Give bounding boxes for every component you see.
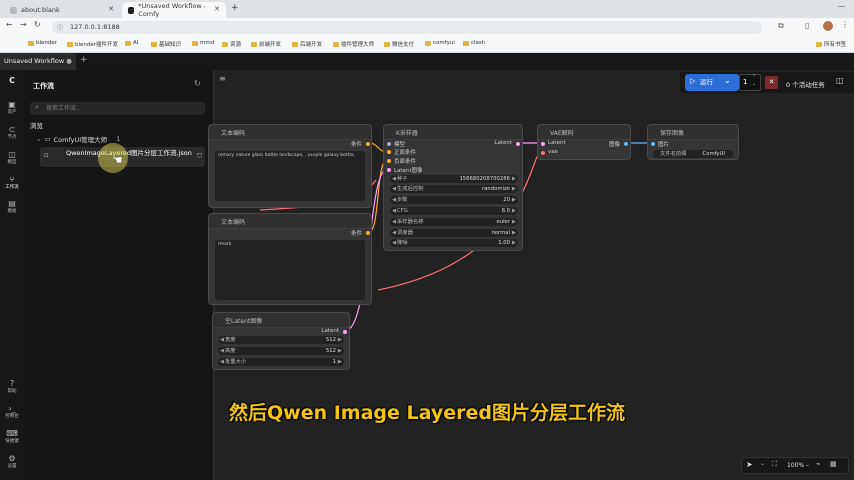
output-label: Latent [494,140,512,146]
node-title: 文本编码 [209,125,371,140]
stepper-icon[interactable]: ⌃ ⌄ [752,74,756,88]
chevron-down-icon[interactable]: ⌄ [760,460,765,467]
arrow-right-icon[interactable]: ▶ [512,185,516,193]
arrow-left-icon[interactable]: ◀ [392,218,396,226]
arrow-right-icon[interactable]: ▶ [512,239,516,247]
widget-height[interactable]: ◀ 高度 512 ▶ [218,347,344,355]
node-title: K采样器 [384,125,522,140]
chevron-down-icon[interactable]: ⌄ [805,461,810,468]
play-icon: ▷ [690,77,696,85]
arrow-left-icon[interactable]: ◀ [392,239,396,247]
output-dot[interactable] [343,330,347,334]
widget-cfg[interactable]: ◀ CFG 8.0 ▶ [390,207,518,215]
input-dot[interactable] [387,168,391,172]
input-dot[interactable] [651,142,655,146]
input-label: 模型 [394,142,406,148]
input-label: Latent [548,140,566,146]
arrow-left-icon[interactable]: ◀ [392,185,396,193]
zoom-level[interactable]: 100% [787,462,804,469]
widget-control[interactable]: ◀ 生成后控制 randomize ▶ [390,185,518,193]
output-dot[interactable] [624,142,628,146]
arrow-right-icon[interactable]: ▶ [338,358,342,366]
pointer-tool-icon[interactable]: ➤ [746,460,753,469]
input-label: Latent图像 [394,168,423,174]
node-empty-latent[interactable]: 空Latent图像 Latent ◀ 宽度 512 ▶ ◀ 高度 512 ▶ ◀ 批量大小 1 ▶ [212,312,350,370]
input-dot[interactable] [541,142,545,146]
active-tasks-label[interactable]: 0 个活动任务 [786,79,825,89]
widget-scheduler[interactable]: ◀ 调度器 normal ▶ [390,229,518,237]
arrow-right-icon[interactable]: ▶ [338,347,342,355]
video-subtitle: 然后Qwen Image Layered图片分层工作流 [229,402,625,424]
output-label: 条件 [350,231,362,237]
node-text-encode-positive[interactable]: 文本编码 条件 romary nature glass bottle lands… [208,124,372,208]
minimap-icon[interactable]: ▦ [830,460,837,468]
node-text-encode-negative[interactable]: 文本编码 条件 rmark [208,213,372,305]
cancel-queue-button[interactable]: ✕ [765,76,778,89]
queue-count-input[interactable]: 1 [739,74,761,91]
input-dot[interactable] [387,150,391,154]
prompt-textarea[interactable]: rmark [215,240,365,300]
widget-filename-prefix[interactable]: 文件名前缀 ComfyUI [653,150,733,158]
widget-sampler[interactable]: ◀ 采样器名称 euler ▶ [390,218,518,226]
node-save-image[interactable]: 保存图像 图片 文件名前缀 ComfyUI [647,124,739,160]
fit-view-icon[interactable]: ⛶ [772,460,777,469]
arrow-left-icon[interactable]: ◀ [220,336,224,344]
node-title: 文本编码 [209,214,371,229]
prompt-textarea[interactable]: romary nature glass bottle landscape, , … [215,151,365,201]
arrow-left-icon[interactable]: ◀ [392,196,396,204]
input-label: 正面条件 [394,150,417,156]
input-label: 负面条件 [394,159,417,165]
input-dot[interactable] [541,151,545,155]
output-dot[interactable] [366,231,370,235]
widget-width[interactable]: ◀ 宽度 512 ▶ [218,336,344,344]
widget-batch-size[interactable]: ◀ 批量大小 1 ▶ [218,358,344,366]
arrow-right-icon[interactable]: ▶ [512,207,516,215]
node-title: VAE解码 [538,125,630,140]
panel-toggle-icon[interactable]: ◫ [836,76,844,85]
arrow-left-icon[interactable]: ◀ [392,207,396,215]
arrow-right-icon[interactable]: ▶ [512,229,516,237]
input-label: 图片 [658,142,670,148]
arrow-left-icon[interactable]: ◀ [392,229,396,237]
arrow-right-icon[interactable]: ▶ [512,196,516,204]
arrow-left-icon[interactable]: ◀ [220,347,224,355]
node-vae-decode[interactable]: VAE解码 Latent vae 图像 [537,124,631,160]
arrow-right-icon[interactable]: ▶ [512,218,516,226]
input-dot[interactable] [387,142,391,146]
node-title: 空Latent图像 [213,313,349,328]
output-dot[interactable] [516,142,520,146]
output-label: 图像 [608,142,620,148]
arrow-right-icon[interactable]: ▶ [338,336,342,344]
input-dot[interactable] [387,159,391,163]
widget-steps[interactable]: ◀ 步数 20 ▶ [390,196,518,204]
arrow-left-icon[interactable]: ◀ [220,358,224,366]
input-label: vae [548,149,559,155]
node-ksampler[interactable]: K采样器 模型 正面条件 负面条件 Latent图像 Latent ◀ 种子 156… [383,124,523,251]
arrow-right-icon[interactable]: ▶ [512,175,516,183]
link-visibility-icon[interactable]: ⌁ [816,460,820,468]
arrow-left-icon[interactable]: ◀ [392,175,396,183]
output-label: Latent [321,328,339,334]
widget-denoise[interactable]: ◀ 降噪 1.00 ▶ [390,239,518,247]
widget-seed[interactable]: ◀ 种子 156680208700286 ▶ [390,175,518,183]
chevron-down-icon[interactable]: ⌄ [724,76,731,85]
node-title: 保存图像 [648,125,738,140]
output-dot[interactable] [366,142,370,146]
output-label: 条件 [350,142,362,148]
